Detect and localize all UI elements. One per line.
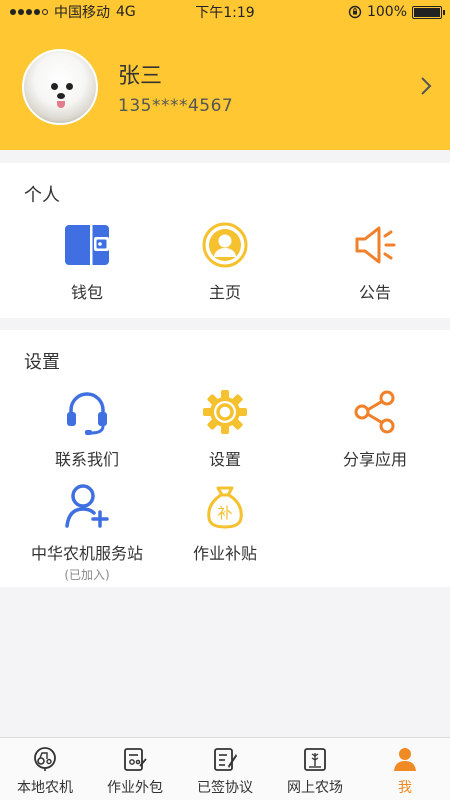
announcement-label: 公告 [358,283,391,302]
settings-button[interactable]: 设置 [150,388,300,470]
service-station-status: (已加入) [64,568,110,582]
user-phone: 135****4567 [118,96,234,116]
tractor-icon [34,747,56,771]
wallet-button[interactable]: 钱包 [12,221,162,303]
status-left: 中国移动 4G [10,2,136,22]
service-station-button[interactable]: 中华农机服务站 (已加入) [12,482,162,583]
tab-label-online-farm: 网上农场 [287,780,343,796]
gear-icon [203,390,247,434]
share-icon [354,390,395,434]
service-station-label: 中华农机服务站 [30,544,143,563]
personal-section: 个人 钱包 主页 公告 [0,163,450,318]
section-title-settings: 设置 [24,352,60,373]
battery-percent: 100% [366,4,407,20]
contact-us-button[interactable]: 联系我们 [12,388,162,470]
homepage-button[interactable]: 主页 [150,221,300,303]
tab-label-signed-agreements: 已签协议 [197,780,253,796]
avatar-nose [57,93,65,99]
settings-section: 设置 联系我们 设置 分享应用 中华农机服务站 (已加入) 补 作业补贴 [0,330,450,587]
subsidy-label: 作业补贴 [192,544,257,563]
avatar-tongue [57,101,65,108]
tab-label-outsourcing: 作业外包 [107,780,163,796]
status-bar: 中国移动 4G 下午1:19 100% [0,0,450,24]
me-icon [394,748,416,771]
tab-label-local-machinery: 本地农机 [17,780,73,796]
signal-strength-icon [10,9,48,15]
farm-icon [304,748,326,771]
tab-me[interactable]: 我 [360,738,450,800]
tab-signed-agreements[interactable]: 已签协议 [180,738,270,800]
headset-icon [67,392,107,435]
bottom-tab-bar: 本地农机 作业外包 已签协议 网上农场 我 [0,737,450,800]
megaphone-icon [355,226,396,264]
profile-header[interactable]: 张三 135****4567 [0,24,450,150]
contract-icon [214,748,237,771]
profile-info: 张三 135****4567 [118,58,233,116]
homepage-label: 主页 [208,283,241,302]
settings-label: 设置 [208,450,241,469]
subsidy-bag-icon: 补 [207,486,243,529]
add-user-icon [65,484,109,528]
announcement-button[interactable]: 公告 [300,221,450,303]
tab-local-machinery[interactable]: 本地农机 [0,738,90,800]
network-type: 4G [116,4,136,20]
chevron-right-icon[interactable] [420,76,432,96]
share-app-button[interactable]: 分享应用 [300,388,450,470]
tab-label-me: 我 [398,780,412,796]
wallet-icon [65,225,109,265]
wallet-label: 钱包 [70,283,103,302]
subsidy-button[interactable]: 补 作业补贴 [150,482,300,564]
contact-us-label: 联系我们 [54,450,119,469]
share-app-label: 分享应用 [342,450,407,469]
avatar[interactable] [22,49,98,125]
section-title-personal: 个人 [24,185,60,206]
tab-outsourcing[interactable]: 作业外包 [90,738,180,800]
avatar-eye [66,83,73,90]
carrier-name: 中国移动 [54,5,110,21]
subsidy-badge-text: 补 [217,504,232,522]
tab-online-farm[interactable]: 网上农场 [270,738,360,800]
avatar-eye [51,83,58,90]
rotation-lock-icon [348,5,362,19]
outsource-icon [124,748,147,771]
battery-icon [412,5,445,19]
user-home-icon [202,222,248,268]
user-name: 张三 [118,64,163,89]
status-right: 100% [348,4,445,20]
